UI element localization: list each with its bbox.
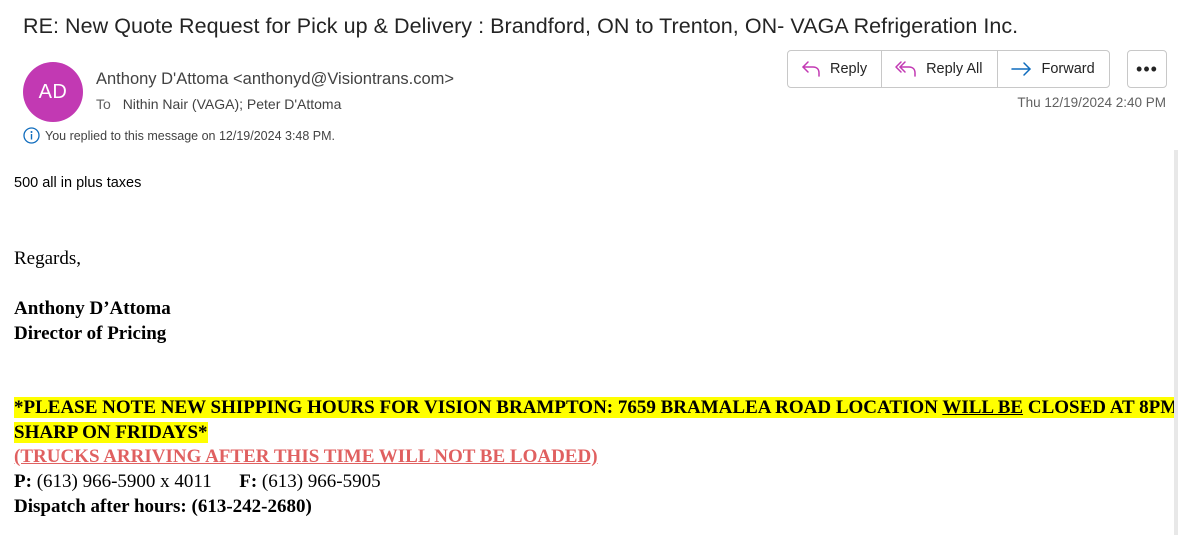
dispatch-line: Dispatch after hours: (613-242-2680) xyxy=(14,496,312,517)
notice-text-2: CLOSED AT 8PM xyxy=(1023,397,1178,418)
reply-all-label: Reply All xyxy=(926,61,983,77)
body-text-line: 500 all in plus taxes xyxy=(14,175,142,191)
notice-text-1: *PLEASE NOTE NEW SHIPPING HOURS FOR VISI… xyxy=(14,397,943,418)
contact-line: P: (613) 966-5900 x 4011 F: (613) 966-59… xyxy=(14,471,381,493)
replied-notice-text: You replied to this message on 12/19/202… xyxy=(45,128,336,143)
reply-icon xyxy=(802,61,820,77)
notice-text-underlined: WILL BE xyxy=(942,397,1024,418)
recipients-line: To Nithin Nair (VAGA); Peter D'Attoma xyxy=(96,96,341,112)
replied-notice: You replied to this message on 12/19/202… xyxy=(23,127,335,144)
email-subject: RE: New Quote Request for Pick up & Deli… xyxy=(23,14,1019,38)
signature-title: Director of Pricing xyxy=(14,323,167,344)
recipients-names[interactable]: Nithin Nair (VAGA); Peter D'Attoma xyxy=(123,96,342,112)
signature-name: Anthony D’Attoma xyxy=(14,298,171,319)
to-label: To xyxy=(96,96,111,112)
notice-text-3: SHARP ON FRIDAYS* xyxy=(14,422,208,443)
more-actions-button[interactable]: ••• xyxy=(1127,50,1167,88)
trucks-notice: (TRUCKS ARRIVING AFTER THIS TIME WILL NO… xyxy=(14,446,598,467)
reply-label: Reply xyxy=(830,61,868,77)
forward-label: Forward xyxy=(1041,61,1095,77)
reply-all-button[interactable]: Reply All xyxy=(882,51,998,87)
fax-number: (613) 966-5905 xyxy=(261,471,381,492)
reply-button[interactable]: Reply xyxy=(788,51,883,87)
scrollbar[interactable] xyxy=(1174,150,1178,535)
message-actions: Reply Reply All Forward xyxy=(787,50,1110,88)
message-date: Thu 12/19/2024 2:40 PM xyxy=(1017,95,1166,110)
info-icon xyxy=(23,127,40,144)
shipping-hours-notice: *PLEASE NOTE NEW SHIPPING HOURS FOR VISI… xyxy=(14,397,1178,419)
regards-line: Regards, xyxy=(14,248,82,269)
fax-label: F: xyxy=(239,471,258,492)
sender-address[interactable]: Anthony D'Attoma <anthonyd@Visiontrans.c… xyxy=(96,70,454,89)
forward-icon xyxy=(1010,62,1031,76)
forward-button[interactable]: Forward xyxy=(998,51,1109,87)
shipping-hours-notice-line2: SHARP ON FRIDAYS* xyxy=(14,422,208,444)
phone-label: P: xyxy=(14,471,32,492)
phone-number[interactable]: (613) 966-5900 x 4011 xyxy=(37,471,212,492)
reply-all-icon xyxy=(895,61,916,77)
avatar[interactable]: AD xyxy=(23,62,83,122)
